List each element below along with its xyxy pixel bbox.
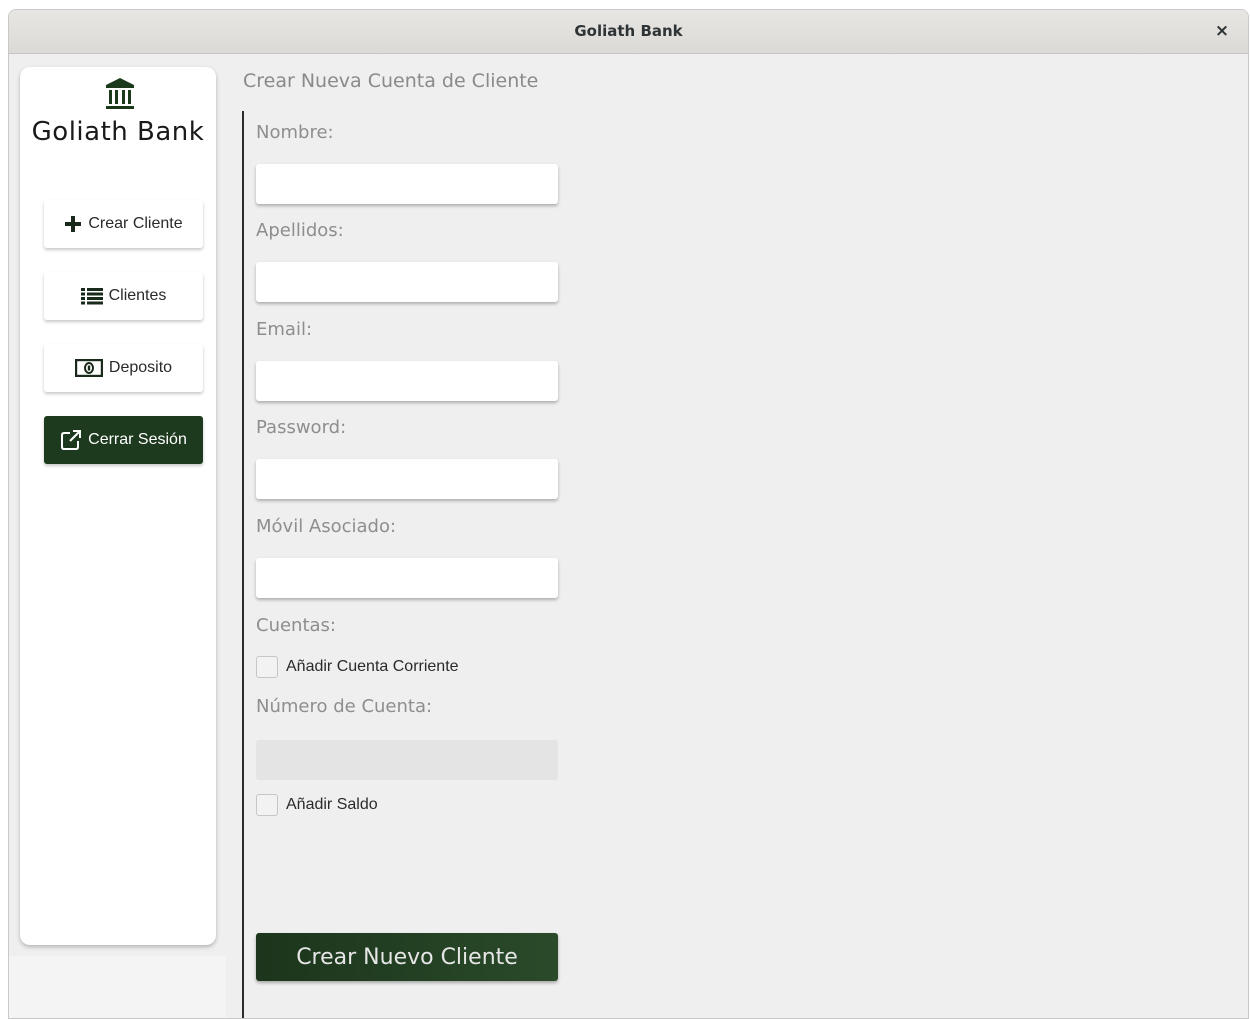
plus-icon: [65, 216, 82, 232]
close-icon[interactable]: ×: [1210, 19, 1234, 43]
deposito-label: Deposito: [108, 359, 173, 376]
bank-icon: [106, 78, 134, 109]
email-label: Email:: [256, 319, 313, 340]
sidebar-footer: [9, 956, 226, 1018]
divider: [242, 111, 244, 1018]
crear-cliente-label: Crear Cliente: [88, 215, 183, 232]
cerrar-sesion-label: Cerrar Sesión: [88, 431, 187, 448]
clientes-label: Clientes: [108, 287, 167, 304]
nombre-input[interactable]: [256, 164, 558, 204]
password-label: Password:: [256, 417, 347, 438]
movil-label: Móvil Asociado:: [256, 516, 397, 537]
apellidos-label: Apellidos:: [256, 220, 344, 241]
numero-cuenta-input: [256, 740, 558, 780]
cuenta-corriente-label: Añadir Cuenta Corriente: [286, 658, 459, 675]
cuenta-corriente-checkbox[interactable]: [256, 656, 278, 678]
money-icon: [74, 359, 103, 377]
numero-cuenta-label: Número de Cuenta:: [256, 696, 433, 717]
movil-input[interactable]: [256, 558, 558, 598]
list-icon: [80, 288, 103, 305]
cerrar-sesion-button[interactable]: Cerrar Sesión: [44, 416, 203, 464]
title-bar: Goliath Bank ×: [9, 10, 1248, 54]
crear-nuevo-cliente-button[interactable]: Crear Nuevo Cliente: [256, 933, 558, 981]
crear-cliente-button[interactable]: Crear Cliente: [44, 200, 203, 248]
nombre-label: Nombre:: [256, 122, 334, 143]
external-link-icon: [61, 430, 82, 450]
saldo-checkbox[interactable]: [256, 794, 278, 816]
cuentas-label: Cuentas:: [256, 615, 336, 636]
email-input[interactable]: [256, 361, 558, 401]
brand-name: Goliath Bank: [31, 117, 205, 147]
sidebar: Goliath Bank Crear Cliente Clientes Depo…: [20, 67, 216, 945]
saldo-label: Añadir Saldo: [286, 796, 378, 813]
window-title: Goliath Bank: [574, 22, 683, 40]
app-window: Goliath Bank × Goliath Bank Crear Client…: [8, 9, 1249, 1019]
apellidos-input[interactable]: [256, 262, 558, 302]
cuenta-corriente-checkbox-row[interactable]: Añadir Cuenta Corriente: [256, 656, 459, 678]
clientes-button[interactable]: Clientes: [44, 272, 203, 320]
saldo-checkbox-row[interactable]: Añadir Saldo: [256, 794, 378, 816]
password-input[interactable]: [256, 459, 558, 499]
form-title: Crear Nueva Cuenta de Cliente: [243, 70, 539, 92]
deposito-button[interactable]: Deposito: [44, 344, 203, 392]
